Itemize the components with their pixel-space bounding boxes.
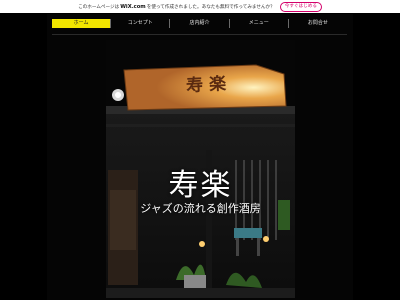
wix-banner: このホームページは WiX.com を使って作成されました。あなたも無料で作って… (0, 0, 400, 13)
hero-photo: 寿楽 寿楽 ジャズの流れる創作酒房 (106, 40, 295, 298)
nav-divider (52, 34, 347, 35)
hero-title: 寿楽 (168, 168, 233, 203)
wix-banner-text-before: このホームページは (78, 4, 120, 10)
wix-logo[interactable]: WiX.com (120, 4, 146, 10)
wix-banner-text-after: を使って作成されました。あなたも無料で作ってみませんか？ (146, 4, 275, 10)
hero-subtitle: ジャズの流れる創作酒房 (140, 202, 261, 215)
nav-item-menu[interactable]: メニュー (228, 19, 288, 28)
nav-item-contact[interactable]: お問合せ (287, 19, 347, 28)
start-now-button[interactable]: 今すぐはじめる (279, 1, 322, 12)
nav-item-concept[interactable]: コンセプト (110, 19, 169, 28)
nav-item-interior[interactable]: 店内紹介 (169, 19, 228, 28)
sign-lettering: 寿楽 (185, 73, 233, 97)
main-nav: ホーム コンセプト 店内紹介 メニュー お問合せ (52, 19, 347, 28)
nav-item-home[interactable]: ホーム (52, 19, 111, 28)
